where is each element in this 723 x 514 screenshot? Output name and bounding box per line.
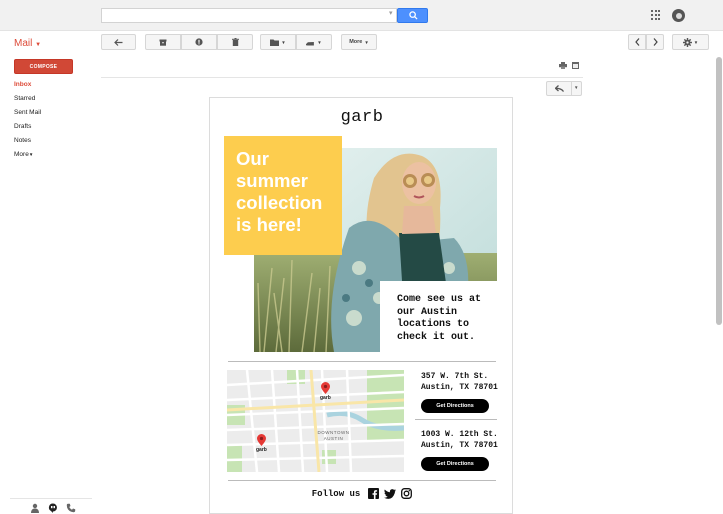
delete-button[interactable] (217, 34, 253, 50)
email-body: garb Our summer collection is here! Come… (209, 97, 513, 514)
search-icon (409, 11, 418, 20)
print-icon[interactable] (559, 62, 567, 69)
chevron-down-icon: ▼ (28, 152, 34, 157)
promo-banner: Our summer collection is here! (224, 136, 342, 255)
hangouts-bar (10, 498, 92, 514)
labels-button[interactable]: ▼ (296, 34, 332, 50)
mail-switcher[interactable]: Mail ▼ (14, 38, 41, 49)
sidebar-more-label: More (14, 151, 29, 158)
visit-message: Come see us at our Austin locations to c… (397, 294, 482, 343)
search-button[interactable] (397, 8, 428, 23)
gear-icon (682, 37, 692, 47)
more-button[interactable]: More ▼ (341, 34, 377, 50)
person-icon[interactable] (30, 503, 40, 513)
map-pin-icon (321, 382, 330, 394)
promo-headline: Our summer collection is here! (236, 148, 323, 235)
sidebar-item-inbox[interactable]: Inbox (14, 81, 31, 88)
sidebar-item-more[interactable]: More▼ (14, 151, 33, 158)
spam-icon (195, 38, 203, 46)
move-to-button[interactable]: ▼ (260, 34, 296, 50)
section-divider (228, 361, 496, 362)
location-1: 357 W. 7th St. Austin, TX 78701 Get Dire… (421, 372, 501, 413)
chevron-down-icon: ▼ (281, 39, 286, 45)
section-divider (228, 480, 496, 481)
sidebar-item-drafts[interactable]: Drafts (14, 123, 31, 130)
sidebar-item-notes[interactable]: Notes (14, 137, 31, 144)
search-options-icon[interactable]: ▾ (389, 9, 393, 17)
store-map[interactable]: DOWNTOWN AUSTIN garb garb (227, 370, 404, 472)
top-bar: ▾ (0, 0, 723, 31)
message-divider (101, 77, 583, 78)
twitter-icon[interactable] (384, 488, 397, 499)
settings-button[interactable]: ▼ (672, 34, 709, 50)
gmail-window: ▾ Mail ▼ ▼ ▼ More ▼ ▼ COMPOSE Inbox Star… (0, 0, 723, 514)
archive-button[interactable] (145, 34, 181, 50)
apps-grid-icon[interactable] (651, 10, 661, 20)
brand-logo: garb (340, 108, 384, 127)
reply-button-group: ▼ (546, 81, 582, 96)
chevron-down-icon: ▼ (693, 39, 699, 45)
location-2: 1003 W. 12th St. Austin, TX 78701 Get Di… (421, 430, 501, 471)
scrollbar[interactable] (716, 57, 722, 325)
map-pin-label: garb (256, 447, 267, 453)
map-pin-label: garb (320, 395, 331, 401)
get-directions-button[interactable]: Get Directions (421, 399, 489, 413)
trash-icon (231, 38, 239, 46)
get-directions-button[interactable]: Get Directions (421, 457, 489, 471)
new-window-icon[interactable] (572, 62, 579, 69)
report-spam-button[interactable] (181, 34, 217, 50)
chevron-right-icon (653, 38, 658, 46)
arrow-left-icon (114, 38, 123, 46)
older-button[interactable] (646, 34, 664, 50)
map-pin-icon (257, 434, 266, 446)
location-address: 357 W. 7th St. Austin, TX 78701 (421, 372, 498, 392)
chevron-left-icon (634, 38, 639, 46)
hangouts-icon[interactable] (48, 503, 58, 513)
back-button[interactable] (101, 34, 136, 50)
mail-label: Mail (14, 38, 33, 49)
location-divider (415, 419, 497, 420)
sidebar-item-starred[interactable]: Starred (14, 95, 35, 102)
newer-button[interactable] (628, 34, 646, 50)
chevron-down-icon: ▼ (317, 39, 322, 45)
location-address: 1003 W. 12th St. Austin, TX 78701 (421, 430, 498, 450)
map-image (227, 370, 404, 472)
more-label: More (349, 39, 363, 45)
sidebar-item-sent-mail[interactable]: Sent Mail (14, 109, 41, 116)
facebook-icon[interactable] (368, 488, 380, 499)
social-row: Follow us (210, 488, 512, 499)
folder-icon (270, 39, 280, 46)
map-district-label: DOWNTOWN AUSTIN (317, 430, 350, 441)
chevron-down-icon: ▼ (35, 42, 42, 48)
instagram-icon[interactable] (401, 488, 413, 499)
follow-label: Follow us (311, 488, 361, 499)
reply-icon[interactable] (555, 85, 564, 92)
compose-button[interactable]: COMPOSE (14, 59, 73, 74)
avatar[interactable] (672, 9, 685, 22)
label-icon (306, 41, 315, 45)
phone-icon[interactable] (66, 503, 76, 513)
reply-options-icon[interactable]: ▼ (574, 85, 578, 90)
chevron-down-icon: ▼ (364, 39, 369, 45)
search-input[interactable] (101, 8, 397, 23)
archive-icon (159, 39, 167, 46)
